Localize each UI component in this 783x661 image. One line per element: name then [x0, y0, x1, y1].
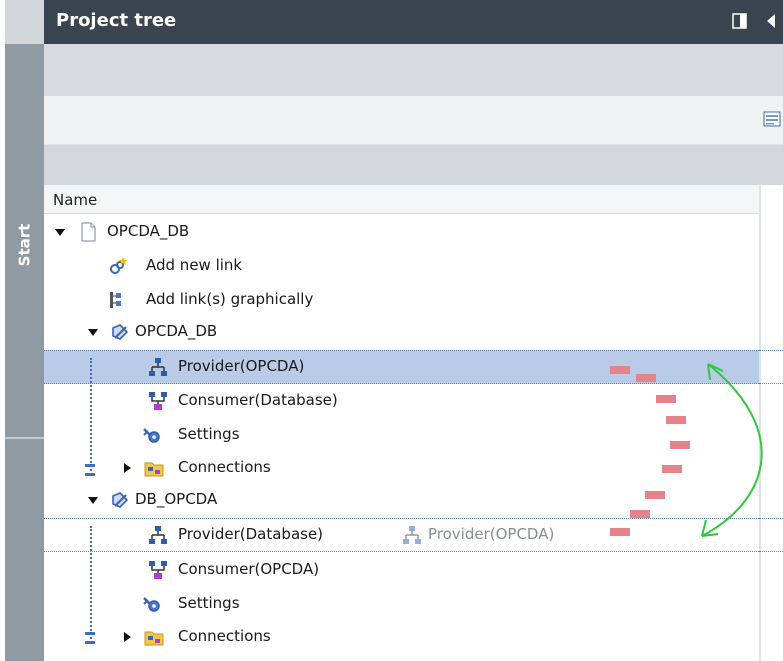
start-rail[interactable]: Start	[5, 0, 44, 661]
list-view-icon[interactable]	[762, 109, 782, 129]
column-header[interactable]: Name	[44, 185, 759, 214]
link-icon	[112, 324, 129, 340]
drop-guide-tick	[85, 473, 95, 476]
tree-item-root[interactable]: OPCDA_DB	[44, 215, 759, 249]
tree-label: Add new link	[146, 256, 243, 274]
link-icon	[112, 492, 129, 508]
annotation-dash	[662, 465, 682, 473]
panel-header: Project tree	[44, 0, 783, 44]
start-label: Start	[15, 223, 34, 267]
tree-label: Provider(OPCDA)	[178, 357, 305, 375]
collapsed-arrow-icon[interactable]	[122, 463, 132, 473]
tree-label: Connections	[178, 627, 271, 645]
drop-guide-tick	[85, 641, 95, 644]
tree-item-add-links-graphically[interactable]: Add link(s) graphically	[44, 283, 759, 317]
document-icon	[81, 222, 96, 242]
collapse-panel-icon[interactable]	[732, 12, 748, 30]
drop-guide-tick	[85, 464, 95, 467]
tree-item-add-new-link[interactable]: Add new link	[44, 249, 759, 283]
graphical-link-icon	[110, 292, 121, 308]
tree-item-link-opcda-db[interactable]: OPCDA_DB	[44, 315, 759, 349]
tree-label: Provider(Database)	[178, 525, 324, 543]
tree-item-consumer-opcda[interactable]: Consumer(OPCDA)	[44, 553, 759, 587]
consumer-icon	[149, 392, 167, 410]
provider-drag-ghost-icon	[403, 526, 421, 544]
start-tab[interactable]: Start	[5, 200, 44, 290]
expand-arrow-icon[interactable]	[88, 327, 98, 337]
expand-arrow-icon[interactable]	[88, 495, 98, 505]
expand-arrow-icon[interactable]	[55, 227, 65, 237]
settings-icon	[143, 597, 160, 612]
provider-icon	[149, 358, 167, 376]
tree-label: OPCDA_DB	[107, 222, 190, 240]
provider-icon	[149, 526, 167, 544]
annotation-dash	[645, 491, 665, 499]
pin-icon[interactable]	[764, 12, 780, 30]
toolbar-band	[44, 44, 783, 96]
drop-guide-line	[90, 526, 92, 639]
tree-item-link-db-opcda[interactable]: DB_OPCDA	[44, 483, 759, 517]
connections-folder-icon	[144, 631, 164, 646]
annotation-dash	[656, 395, 676, 403]
panel-title: Project tree	[56, 10, 177, 31]
add-link-icon	[110, 257, 128, 274]
tree-item-connections-2[interactable]: Connections	[44, 620, 759, 654]
tree-item-settings-2[interactable]: Settings	[44, 587, 759, 621]
tree-label: Consumer(OPCDA)	[178, 560, 320, 578]
tree-item-provider-database[interactable]: Provider(Database) Provider(OPCDA)	[44, 518, 783, 552]
tree-label: Consumer(Database)	[178, 391, 338, 409]
move-arrow-icon	[701, 363, 763, 537]
connections-folder-icon	[144, 462, 164, 477]
drag-ghost-label: Provider(OPCDA)	[428, 525, 555, 543]
tree-item-settings-1[interactable]: Settings	[44, 418, 759, 452]
rail-top	[5, 0, 44, 44]
drop-guide-line	[90, 358, 92, 471]
tree-label: Add link(s) graphically	[146, 290, 314, 308]
settings-icon	[143, 428, 160, 443]
rail-separator	[5, 437, 44, 439]
tree-label: Settings	[178, 425, 240, 443]
tree-label: OPCDA_DB	[135, 322, 218, 340]
tree-item-consumer-database[interactable]: Consumer(Database)	[44, 384, 759, 418]
annotation-dash	[610, 366, 630, 374]
filter-band	[44, 145, 783, 185]
annotation-dash	[610, 528, 630, 536]
collapsed-arrow-icon[interactable]	[122, 632, 132, 642]
annotation-dash	[630, 510, 650, 518]
consumer-icon	[149, 561, 167, 579]
drop-guide-tick	[85, 632, 95, 635]
tree-label: DB_OPCDA	[135, 490, 218, 508]
column-name-label: Name	[53, 191, 98, 209]
annotation-dash	[636, 374, 656, 382]
tree-label: Connections	[178, 458, 271, 476]
tree-label: Settings	[178, 594, 240, 612]
tree-item-connections-1[interactable]: Connections	[44, 451, 759, 485]
toolbar	[44, 96, 783, 145]
